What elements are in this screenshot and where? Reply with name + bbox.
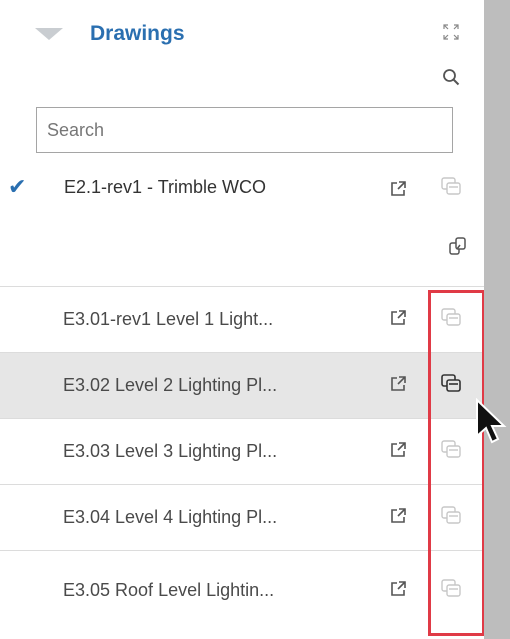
drawing-label: E3.05 Roof Level Lightin... [63, 580, 275, 600]
search-input[interactable] [36, 107, 453, 153]
list-item[interactable]: E3.05 Roof Level Lightin... [0, 550, 484, 639]
compare-overlay-icon[interactable] [440, 307, 462, 329]
open-external-icon[interactable] [389, 180, 407, 198]
search-icon[interactable] [442, 68, 460, 86]
open-external-icon[interactable] [389, 441, 407, 459]
compare-overlay-icon[interactable] [440, 176, 462, 198]
list-item[interactable]: E3.04 Level 4 Lighting Pl... [0, 484, 484, 550]
selected-check-icon: ✔ [8, 174, 27, 199]
compare-overlay-icon[interactable] [440, 505, 462, 527]
drawings-panel: Drawings ✔ E2.1-rev1 - Trimble WCO E3.01… [0, 0, 485, 639]
drawing-label: E3.02 Level 2 Lighting Pl... [63, 375, 278, 395]
list-item[interactable]: E3.02 Level 2 Lighting Pl... [0, 352, 484, 418]
mouse-pointer-icon [476, 398, 507, 444]
open-external-icon[interactable] [389, 375, 407, 393]
open-external-icon[interactable] [389, 580, 407, 598]
collapse-triangle-icon[interactable] [35, 28, 63, 40]
list-item[interactable]: E3.03 Level 3 Lighting Pl... [0, 418, 484, 484]
list-item[interactable]: E3.01-rev1 Level 1 Light... [0, 286, 484, 352]
expand-arrows-icon[interactable] [443, 24, 459, 40]
scrollbar[interactable] [484, 0, 510, 639]
drawing-label: E3.01-rev1 Level 1 Light... [63, 309, 274, 329]
drawing-label: E3.04 Level 4 Lighting Pl... [63, 507, 278, 527]
open-external-icon[interactable] [389, 309, 407, 327]
panel-title: Drawings [90, 22, 185, 45]
open-external-icon[interactable] [389, 507, 407, 525]
compare-overlay-icon[interactable] [440, 373, 462, 395]
compare-overlay-icon[interactable] [440, 578, 462, 600]
drawing-label: E3.03 Level 3 Lighting Pl... [63, 441, 278, 461]
parent-drawing-label[interactable]: E2.1-rev1 - Trimble WCO [64, 177, 266, 198]
copy-link-icon[interactable] [448, 236, 468, 256]
compare-overlay-icon[interactable] [440, 439, 462, 461]
